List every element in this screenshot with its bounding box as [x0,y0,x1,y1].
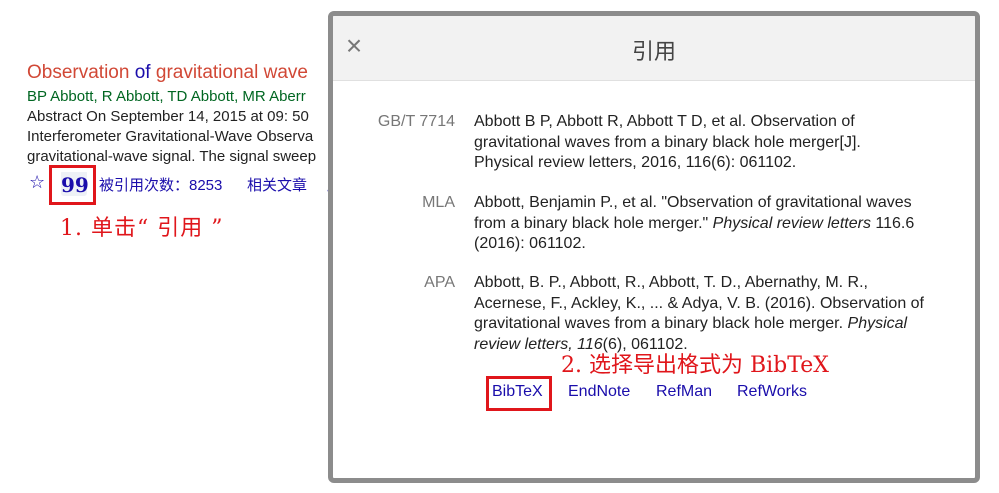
dialog-title: 引用 [631,40,676,65]
result-authors: BP Abbott, R Abbott, TD Abbott, MR Aberr [27,88,306,105]
annotation-step1: 1. 单击“ 引用 ” [60,216,224,241]
result-snippet-line2: Interferometer Gravitational-Wave Observ… [27,128,314,145]
result-snippet-line3: gravitational-wave signal. The signal sw… [27,148,317,165]
citation-text[interactable]: Abbott, Benjamin P., et al. "Observation… [474,193,924,255]
citation-label: GB/T 7714 [377,113,455,130]
result-snippet-line1: Abstract On September 14, 2015 at 09: 50 [27,108,309,125]
citation-journal: Physical review letters [712,214,871,232]
citation-label: APA [424,274,455,291]
result-title-link[interactable]: Observation of gravitational wave [27,60,347,86]
save-star-icon[interactable]: ☆ [29,172,45,193]
cited-by-link[interactable]: 被引用次数：8253 [99,174,222,195]
bibtex-highlight-box [486,376,552,411]
cite-highlight-box [49,165,96,205]
citation-text[interactable]: Abbott B P, Abbott R, Abbott T D, et al.… [474,112,924,174]
citation-text[interactable]: Abbott, B. P., Abbott, R., Abbott, T. D.… [474,273,924,355]
result-title-of[interactable]: of [135,62,151,83]
search-result: Observation of gravitational wave BP Abb… [27,60,347,167]
result-title-part1[interactable]: Observation [27,62,129,83]
cite-dialog: × 引用 GB/T 7714 Abbott B P, Abbott R, Abb… [328,11,980,483]
dialog-header: × 引用 [333,16,975,81]
result-title-part2[interactable]: gravitational wave [156,62,308,83]
export-refman-link[interactable]: RefMan [656,383,712,401]
related-articles-link[interactable]: 相关文章 [247,174,307,195]
citation-label: MLA [422,194,455,211]
annotation-step2: 2. 选择导出格式为 BibTeX [561,353,829,378]
export-refworks-link[interactable]: RefWorks [737,383,807,401]
export-endnote-link[interactable]: EndNote [568,383,630,401]
